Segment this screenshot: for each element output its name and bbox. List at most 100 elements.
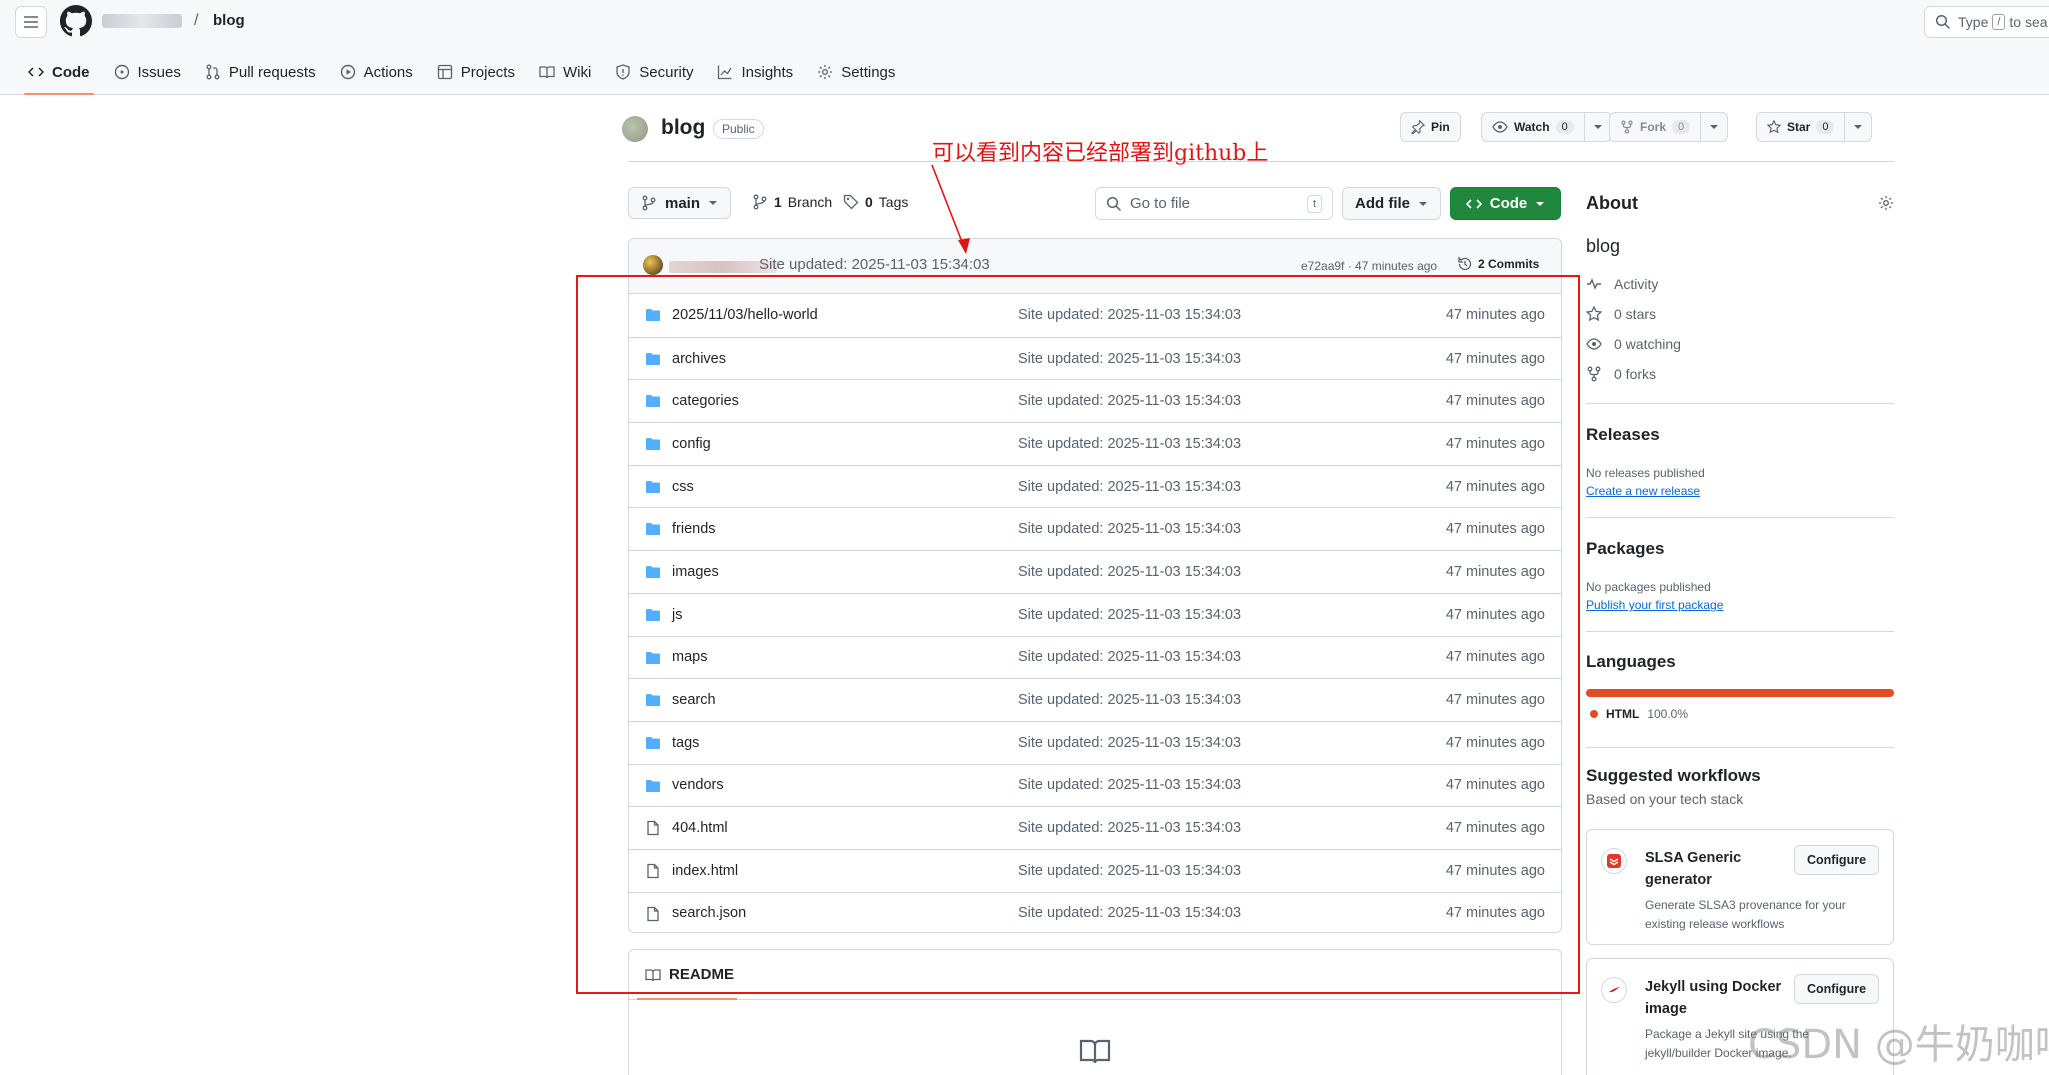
watch-label: Watch — [1514, 120, 1550, 134]
configure-button[interactable]: Configure — [1794, 845, 1880, 875]
watchers-link[interactable]: 0 watching — [1586, 336, 1681, 352]
branches-link[interactable]: 1 Branch — [752, 194, 832, 210]
latest-commit-sha[interactable]: e72aa9f · 47 minutes ago — [1301, 259, 1437, 273]
code-label: Code — [1489, 195, 1528, 212]
add-file-button[interactable]: Add file — [1342, 187, 1441, 220]
packages-title[interactable]: Packages — [1586, 539, 1664, 559]
book-icon — [539, 66, 555, 79]
star-icon — [1767, 120, 1781, 134]
forks-label: 0 forks — [1614, 366, 1657, 382]
tab-label: Projects — [460, 63, 515, 81]
jekyll-icon — [1601, 977, 1627, 1003]
tab-label: Security — [639, 63, 694, 81]
book-icon — [1079, 1039, 1111, 1064]
fork-dropdown[interactable] — [1700, 113, 1727, 141]
visibility-badge: Public — [713, 119, 764, 139]
add-file-label: Add file — [1355, 195, 1410, 212]
chevron-down-icon — [1710, 125, 1719, 129]
jekyll-logo-icon — [1608, 987, 1620, 993]
search-icon — [1106, 196, 1122, 211]
releases-title[interactable]: Releases — [1586, 425, 1660, 445]
code-icon — [28, 67, 44, 77]
breadcrumb-repo[interactable]: blog — [213, 12, 245, 29]
tab-insights[interactable]: Insights — [705, 54, 805, 90]
branch-count-label: Branch — [787, 194, 833, 210]
activity-label: Activity — [1614, 276, 1659, 292]
watch-dropdown[interactable] — [1583, 113, 1611, 141]
branch-selector[interactable]: main — [628, 187, 732, 219]
tab-label: Wiki — [562, 63, 592, 81]
watch-count: 0 — [1555, 120, 1574, 134]
tab-label: Pull requests — [228, 63, 316, 81]
configure-button[interactable]: Configure — [1794, 974, 1880, 1004]
activity-link[interactable]: Activity — [1586, 276, 1658, 292]
create-release-link[interactable]: Create a new release — [1586, 484, 1700, 498]
committer-avatar[interactable] — [643, 255, 663, 275]
global-search-input[interactable]: Type / to sea — [1924, 6, 2049, 38]
tags-link[interactable]: 0 Tags — [843, 194, 908, 210]
language-item-html[interactable]: HTML 100.0% — [1590, 707, 1688, 721]
hamburger-menu-button[interactable] — [15, 6, 47, 38]
chevron-down-icon — [1593, 125, 1602, 129]
fork-icon — [1587, 366, 1601, 382]
tab-actions[interactable]: Actions — [328, 54, 425, 90]
play-icon — [340, 64, 355, 80]
publish-package-link[interactable]: Publish your first package — [1586, 598, 1723, 612]
stars-link[interactable]: 0 stars — [1586, 306, 1656, 322]
tab-label: Actions — [363, 63, 413, 81]
branch-count: 1 — [774, 194, 782, 210]
branch-name: main — [665, 194, 701, 212]
commits-history-link[interactable]: 2 Commits — [1457, 256, 1539, 272]
tab-security[interactable]: Security — [603, 54, 705, 90]
gear-icon — [818, 65, 833, 79]
code-button[interactable]: Code — [1450, 187, 1561, 220]
tab-projects[interactable]: Projects — [425, 54, 527, 90]
star-label: Star — [1787, 120, 1811, 134]
commits-count-label: 2 Commits — [1478, 257, 1540, 271]
tab-issues[interactable]: Issues — [102, 54, 193, 90]
star-button[interactable]: Star 0 — [1756, 112, 1873, 142]
tab-code[interactable]: Code — [16, 54, 102, 95]
shield-icon — [616, 64, 630, 80]
owner-name-redacted[interactable] — [102, 14, 182, 28]
language-bar — [1586, 689, 1894, 697]
workflow-title: SLSA Generic generator — [1645, 850, 1742, 888]
tab-settings[interactable]: Settings — [805, 54, 907, 90]
repo-description: blog — [1586, 236, 1621, 256]
search-icon — [1935, 14, 1951, 30]
chevron-down-icon — [709, 201, 718, 205]
gear-icon[interactable] — [1878, 195, 1894, 211]
eye-icon — [1492, 121, 1508, 133]
annotation-highlight-box — [576, 275, 1580, 994]
tab-label: Insights — [741, 63, 794, 81]
releases-empty-text: No releases published — [1586, 466, 1705, 480]
go-to-file-input[interactable]: Go to file t — [1095, 187, 1333, 220]
repo-nav: Code Issues Pull requests Actions Projec… — [16, 54, 907, 95]
workflows-title: Suggested workflows — [1586, 766, 1761, 785]
watch-button[interactable]: Watch 0 — [1481, 112, 1612, 142]
tab-label: Settings — [841, 63, 896, 81]
pin-button[interactable]: Pin — [1400, 112, 1461, 142]
latest-commit-message[interactable]: Site updated: 2025-11-03 15:34:03 — [759, 256, 990, 273]
workflow-card: SLSA Generic generator Generate SLSA3 pr… — [1586, 829, 1894, 945]
annotation-text: 可以看到内容已经部署到github上 — [932, 141, 1269, 166]
fork-label: Fork — [1640, 120, 1667, 134]
github-logo-icon[interactable] — [60, 5, 92, 37]
search-shortcut-key: / — [1992, 14, 2006, 30]
repo-title[interactable]: blog — [661, 116, 705, 140]
watchers-label: 0 watching — [1614, 336, 1681, 352]
eye-icon — [1586, 338, 1602, 350]
graph-icon — [718, 65, 733, 80]
repo-owner-avatar[interactable] — [622, 116, 648, 142]
fork-icon — [1621, 120, 1633, 134]
tab-pull-requests[interactable]: Pull requests — [193, 54, 328, 90]
forks-link[interactable]: 0 forks — [1586, 366, 1656, 382]
tag-count-label: Tags — [878, 194, 909, 210]
divider — [1586, 631, 1894, 632]
pull-request-icon — [206, 64, 220, 80]
pin-label: Pin — [1431, 120, 1450, 134]
fork-button[interactable]: Fork 0 — [1609, 112, 1729, 142]
tab-wiki[interactable]: Wiki — [527, 54, 603, 90]
star-icon — [1586, 306, 1602, 322]
star-dropdown[interactable] — [1844, 113, 1871, 141]
